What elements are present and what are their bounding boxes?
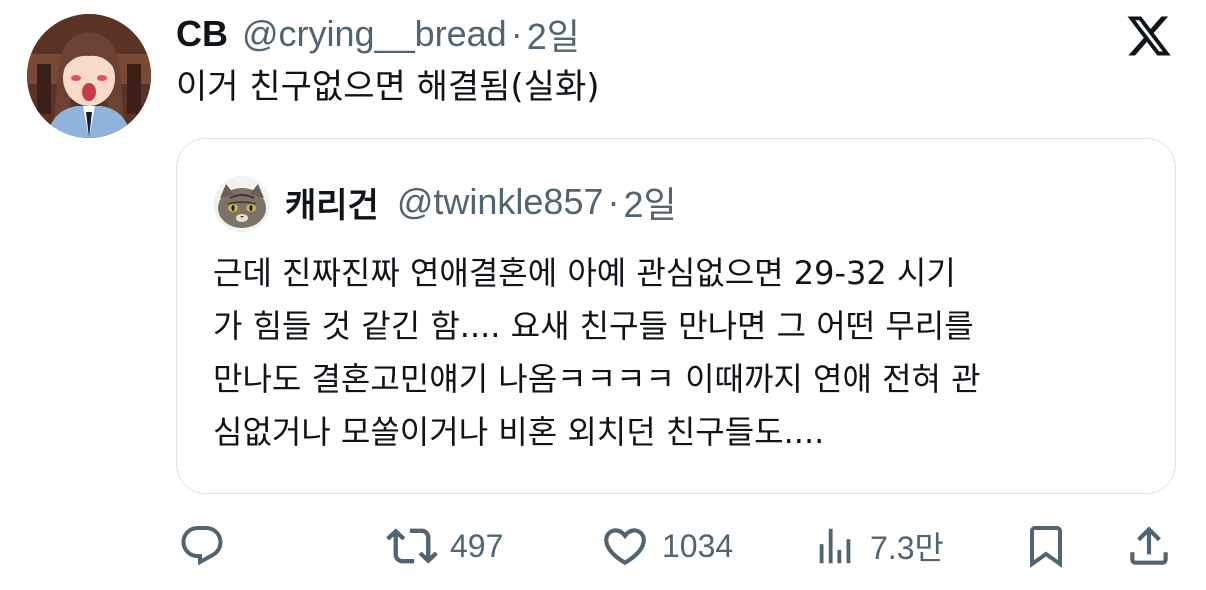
anime-girl-avatar-image: [27, 14, 151, 138]
author-name[interactable]: CB: [176, 13, 228, 55]
post-time[interactable]: 2일: [527, 8, 580, 60]
reply-button[interactable]: [178, 520, 226, 572]
quoted-author-avatar: [214, 176, 270, 232]
bookmark-icon: [1030, 526, 1062, 568]
views-icon: [819, 528, 851, 564]
like-button[interactable]: 1034: [600, 520, 733, 572]
quoted-text-line: 심없거나 모쏠이거나 비혼 외치던 친구들도....: [213, 413, 825, 451]
author-avatar[interactable]: [27, 14, 151, 138]
separator-dot: ·: [510, 13, 523, 54]
quoted-text-line: 근데 진짜진짜 연애결혼에 아예 관심없으면 29-32 시기: [213, 254, 956, 292]
reply-icon: [181, 526, 223, 566]
quoted-post-text: 근데 진짜진짜 연애결혼에 아예 관심없으면 29-32 시기 가 힘들 것 같…: [213, 247, 1163, 459]
share-button[interactable]: [1124, 520, 1174, 572]
post-header: CB @crying__bread · 2일: [176, 12, 580, 57]
x-logo-icon: [1127, 16, 1171, 56]
repost-button[interactable]: 497: [386, 520, 503, 572]
like-count: 1034: [662, 527, 734, 564]
share-icon: [1130, 526, 1168, 565]
views-count: 7.3만: [870, 530, 944, 566]
quoted-text-line: 만나도 결혼고민얘기 나옴ㅋㅋㅋㅋ 이때까지 연애 전혀 관: [213, 360, 981, 398]
quoted-author-handle[interactable]: @twinkle857: [397, 181, 604, 223]
quoted-post-time: 2일: [623, 184, 677, 225]
separator-dot: ·: [607, 181, 620, 222]
cat-avatar-image: [214, 176, 270, 232]
action-bar: 497 1034 7.3만: [0, 520, 1206, 572]
repost-icon: [386, 528, 438, 564]
post-text: 이거 친구없으면 해결됨(실화): [176, 67, 600, 107]
heart-icon: [604, 528, 646, 566]
views-button[interactable]: 7.3만: [812, 520, 944, 572]
quoted-text-line: 가 힘들 것 같긴 함.... 요새 친구들 만나면 그 어떤 무리를: [213, 307, 974, 345]
quoted-post-card[interactable]: 캐리건 @twinkle857 · 2일 근데 진짜진짜 연애결혼에 아예 관심…: [176, 138, 1176, 494]
repost-count: 497: [450, 527, 504, 564]
quoted-author-name[interactable]: 캐리건: [285, 178, 379, 227]
author-handle[interactable]: @crying__bread: [242, 13, 507, 55]
bookmark-button[interactable]: [1022, 520, 1070, 572]
quoted-post-header: 캐리건 @twinkle857 · 2일: [285, 178, 677, 227]
